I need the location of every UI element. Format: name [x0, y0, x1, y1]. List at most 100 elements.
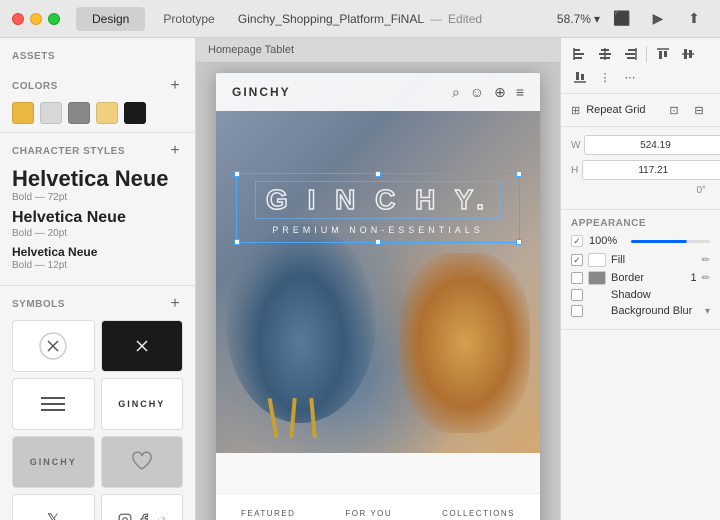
tablet-nav-icons: ⌕ ☺ ⊕ ≡: [452, 84, 524, 101]
align-bottom-button[interactable]: [569, 67, 591, 87]
tablet-nav: GINCHY ⌕ ☺ ⊕ ≡: [216, 73, 540, 111]
width-row: W X ↻: [571, 135, 710, 155]
colors-header: Colors +: [12, 78, 183, 94]
opacity-slider[interactable]: [631, 240, 710, 243]
color-gold[interactable]: [12, 102, 34, 124]
height-input[interactable]: [582, 160, 720, 180]
font-label-20pt: Bold — 20pt: [12, 228, 183, 239]
symbols-section: Symbols + GINCHY: [0, 286, 195, 520]
canvas-area: Homepage Tablet GINCHY ⌕ ☺ ⊕ ≡: [196, 38, 560, 520]
bg-blur-checkbox[interactable]: [571, 305, 583, 317]
width-input[interactable]: [584, 135, 720, 155]
shadow-label: Shadow: [611, 289, 710, 301]
close-button[interactable]: [12, 13, 24, 25]
fill-label: Fill: [611, 254, 697, 266]
tab-prototype[interactable]: Prototype: [147, 7, 230, 31]
symbol-close-dark[interactable]: [101, 320, 184, 372]
char-styles-header: Character Styles +: [12, 143, 183, 159]
opacity-checkbox[interactable]: ✓: [571, 235, 583, 247]
toolbar-divider-1: [646, 46, 647, 62]
char-style-72pt[interactable]: Helvetica Neue Bold — 72pt: [12, 167, 183, 203]
rotate-label: 0°: [696, 185, 706, 196]
assets-label: ASSETS: [12, 51, 55, 62]
title-actions: 58.7% ▾ ⬛ ▶ ⬆: [557, 8, 708, 30]
edited-label: Edited: [448, 12, 482, 26]
fill-color-preview[interactable]: [588, 253, 606, 267]
repeat-grid-actions: ⊡ ⊟: [663, 100, 710, 120]
repeat-grid-icon: ⊞: [571, 104, 580, 117]
height-row: H Y 🔒: [571, 160, 710, 180]
zoom-level[interactable]: 58.7% ▾: [557, 12, 600, 26]
tab-design[interactable]: Design: [76, 7, 145, 31]
symbol-ginchy-logo[interactable]: GINCHY: [101, 378, 184, 430]
tablet-logo: GINCHY: [232, 85, 291, 99]
symbol-ginchy-gray[interactable]: GINCHY: [12, 436, 95, 488]
color-light-gold[interactable]: [96, 102, 118, 124]
fill-row: ✓ Fill ✏: [571, 253, 710, 267]
bottom-nav-for-you[interactable]: FOR YOU: [345, 509, 392, 518]
appearance-header: APPEARANCE: [571, 218, 710, 229]
border-edit-icon[interactable]: ✏: [702, 273, 710, 284]
font-preview-md: Helvetica Neue: [12, 209, 183, 227]
color-medium-gray[interactable]: [68, 102, 90, 124]
symbols-grid: GINCHY GINCHY 𝕏 +3: [12, 320, 183, 520]
add-symbol-button[interactable]: +: [167, 296, 183, 312]
canvas-content[interactable]: GINCHY ⌕ ☺ ⊕ ≡: [196, 63, 560, 520]
file-name: Ginchy_Shopping_Platform_FiNAL: [238, 12, 424, 26]
font-label-72pt: Bold — 72pt: [12, 192, 183, 203]
bottom-nav-featured[interactable]: FEATURED: [241, 509, 296, 518]
char-style-12pt[interactable]: Helvetica Neue Bold — 12pt: [12, 245, 183, 271]
char-style-20pt[interactable]: Helvetica Neue Bold — 20pt: [12, 209, 183, 239]
rg-btn-1[interactable]: ⊡: [663, 100, 685, 120]
title-center: Ginchy_Shopping_Platform_FiNAL — Edited: [238, 12, 482, 26]
distribute-h-button[interactable]: ⋮: [594, 67, 616, 87]
color-light-gray[interactable]: [40, 102, 62, 124]
maximize-button[interactable]: [48, 13, 60, 25]
color-black[interactable]: [124, 102, 146, 124]
desktop-preview-icon[interactable]: ⬛: [608, 8, 636, 30]
border-value: 1: [690, 272, 696, 284]
symbol-heart-button[interactable]: [101, 436, 184, 488]
align-center-h-button[interactable]: [594, 44, 616, 64]
fill-checkbox[interactable]: ✓: [571, 254, 583, 266]
rg-btn-2[interactable]: ⊟: [688, 100, 710, 120]
symbol-social-icons[interactable]: +3: [101, 494, 184, 520]
symbol-close-circle[interactable]: [12, 320, 95, 372]
align-left-button[interactable]: [569, 44, 591, 64]
bottom-nav-collections[interactable]: COLLECTIONS: [442, 509, 515, 518]
align-top-button[interactable]: [652, 44, 674, 64]
appearance-section: APPEARANCE ✓ 100% ✓ Fill ✏: [561, 210, 720, 330]
border-checkbox[interactable]: [571, 272, 583, 284]
char-styles-section: Character Styles + Helvetica Neue Bold —…: [0, 133, 195, 286]
breadcrumb: Homepage Tablet: [196, 38, 560, 63]
add-char-style-button[interactable]: +: [167, 143, 183, 159]
shadow-checkbox[interactable]: [571, 289, 583, 301]
bg-blur-row: Background Blur ▾: [571, 305, 710, 317]
symbol-hamburger[interactable]: [12, 378, 95, 430]
play-button[interactable]: ▶: [644, 8, 672, 30]
border-color-preview[interactable]: [588, 271, 606, 285]
align-right-button[interactable]: [619, 44, 641, 64]
product-right: [400, 253, 530, 433]
fill-edit-icon[interactable]: ✏: [702, 255, 710, 266]
bg-blur-chevron[interactable]: ▾: [705, 306, 710, 317]
symbol-twitter[interactable]: 𝕏: [12, 494, 95, 520]
bg-blur-label: Background Blur: [611, 305, 700, 317]
font-preview-lg: Helvetica Neue: [12, 167, 183, 191]
add-color-button[interactable]: +: [167, 78, 183, 94]
product-left: [226, 223, 376, 423]
opacity-row: ✓ 100%: [571, 235, 710, 247]
search-nav-icon: ⌕: [452, 84, 460, 101]
repeat-grid-row: ⊞ Repeat Grid ⊡ ⊟: [561, 94, 720, 127]
font-label-12pt: Bold — 12pt: [12, 260, 183, 271]
colors-section: Colors +: [0, 68, 195, 133]
border-row: Border 1 ✏: [571, 271, 710, 285]
hero-bg: [216, 73, 540, 453]
height-label: H: [571, 165, 578, 176]
align-middle-button[interactable]: [677, 44, 699, 64]
distribute-v-button[interactable]: ⋯: [619, 67, 641, 87]
minimize-button[interactable]: [30, 13, 42, 25]
share-button[interactable]: ⬆: [680, 8, 708, 30]
left-panel: ASSETS Colors + Character Styles +: [0, 38, 196, 520]
symbols-header: Symbols +: [12, 296, 183, 312]
